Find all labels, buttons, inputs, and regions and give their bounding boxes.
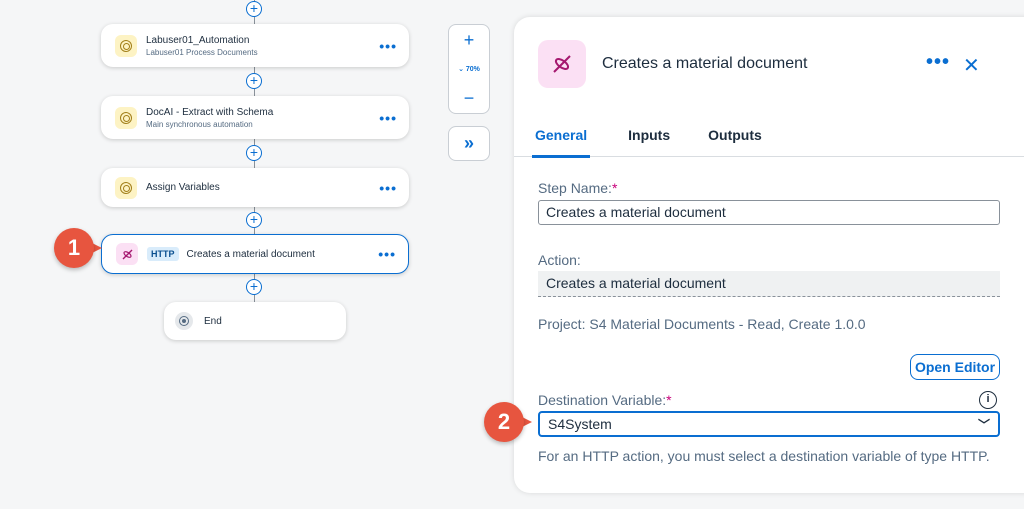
step-title: Creates a material document <box>186 248 315 260</box>
step-subtitle: Labuser01 Process Documents <box>146 47 258 57</box>
step-name-input[interactable]: Creates a material document <box>538 200 1000 225</box>
automation-icon <box>115 34 137 57</box>
action-label: Action: <box>538 252 581 268</box>
step-title: DocAI - Extract with Schema <box>146 106 274 118</box>
destination-variable-select[interactable]: S4System ﹀ <box>538 411 1000 437</box>
destination-variable-label: Destination Variable:* <box>538 392 672 408</box>
destination-hint: For an HTTP action, you must select a de… <box>538 448 990 464</box>
more-options-icon[interactable]: ••• <box>378 247 396 261</box>
tab-inputs[interactable]: Inputs <box>628 123 670 158</box>
add-step-button[interactable]: + <box>246 212 262 228</box>
callout-marker-2: 2 <box>484 402 532 442</box>
add-step-button[interactable]: + <box>246 279 262 295</box>
more-options-icon[interactable]: ••• <box>379 39 397 53</box>
tab-outputs[interactable]: Outputs <box>708 123 762 158</box>
flow-step-docai-extract[interactable]: DocAI - Extract with Schema Main synchro… <box>101 96 409 139</box>
http-action-icon <box>538 40 586 88</box>
step-subtitle: Main synchronous automation <box>146 119 253 129</box>
http-action-icon <box>116 243 138 265</box>
more-options-icon[interactable]: ••• <box>379 111 397 125</box>
info-icon[interactable]: i <box>979 391 997 409</box>
stop-icon <box>175 312 193 330</box>
flow-canvas: + + + + + Labuser01_Automation Labuser01… <box>0 0 510 509</box>
more-options-icon[interactable]: ••• <box>379 181 397 195</box>
flow-step-assign-variables[interactable]: Assign Variables ••• <box>101 168 409 207</box>
tab-general[interactable]: General <box>532 123 591 158</box>
zoom-in-button[interactable]: + <box>464 30 475 50</box>
step-title: Assign Variables <box>146 182 220 193</box>
zoom-level-dropdown[interactable]: ⌄ 70% <box>458 65 480 73</box>
add-step-button[interactable]: + <box>246 73 262 89</box>
project-info: Project: S4 Material Documents - Read, C… <box>538 316 866 332</box>
panel-tabs: General Inputs Outputs <box>532 123 800 158</box>
flow-step-labuser-automation[interactable]: Labuser01_Automation Labuser01 Process D… <box>101 24 409 67</box>
destination-variable-value: S4System <box>548 416 612 432</box>
zoom-controls: + ⌄ 70% − <box>448 24 490 114</box>
flow-step-http-material-document[interactable]: HTTP Creates a material document ••• <box>101 234 409 274</box>
end-label: End <box>204 315 222 327</box>
open-editor-button[interactable]: Open Editor <box>910 354 1000 380</box>
expand-panel-button[interactable]: » <box>448 126 490 161</box>
more-options-icon[interactable]: ••• <box>926 52 950 72</box>
flow-end-node[interactable]: End <box>164 302 346 340</box>
zoom-out-button[interactable]: − <box>464 88 475 108</box>
close-icon[interactable]: ✕ <box>963 53 980 78</box>
add-step-button[interactable]: + <box>246 145 262 161</box>
add-step-button[interactable]: + <box>246 1 262 17</box>
step-title: Labuser01_Automation <box>146 34 250 46</box>
automation-icon <box>115 176 137 199</box>
automation-icon <box>115 106 137 129</box>
action-value: Creates a material document <box>538 271 1000 297</box>
zoom-level-value: 70% <box>465 66 480 73</box>
step-details-panel: Creates a material document ••• ✕ Genera… <box>514 17 1024 493</box>
panel-title: Creates a material document <box>602 55 808 72</box>
step-name-label: Step Name:* <box>538 180 618 196</box>
http-badge: HTTP <box>147 247 179 261</box>
chevron-down-icon: ﹀ <box>977 417 990 432</box>
panel-header: Creates a material document ••• ✕ Genera… <box>514 17 1024 158</box>
callout-marker-1: 1 <box>54 228 102 268</box>
